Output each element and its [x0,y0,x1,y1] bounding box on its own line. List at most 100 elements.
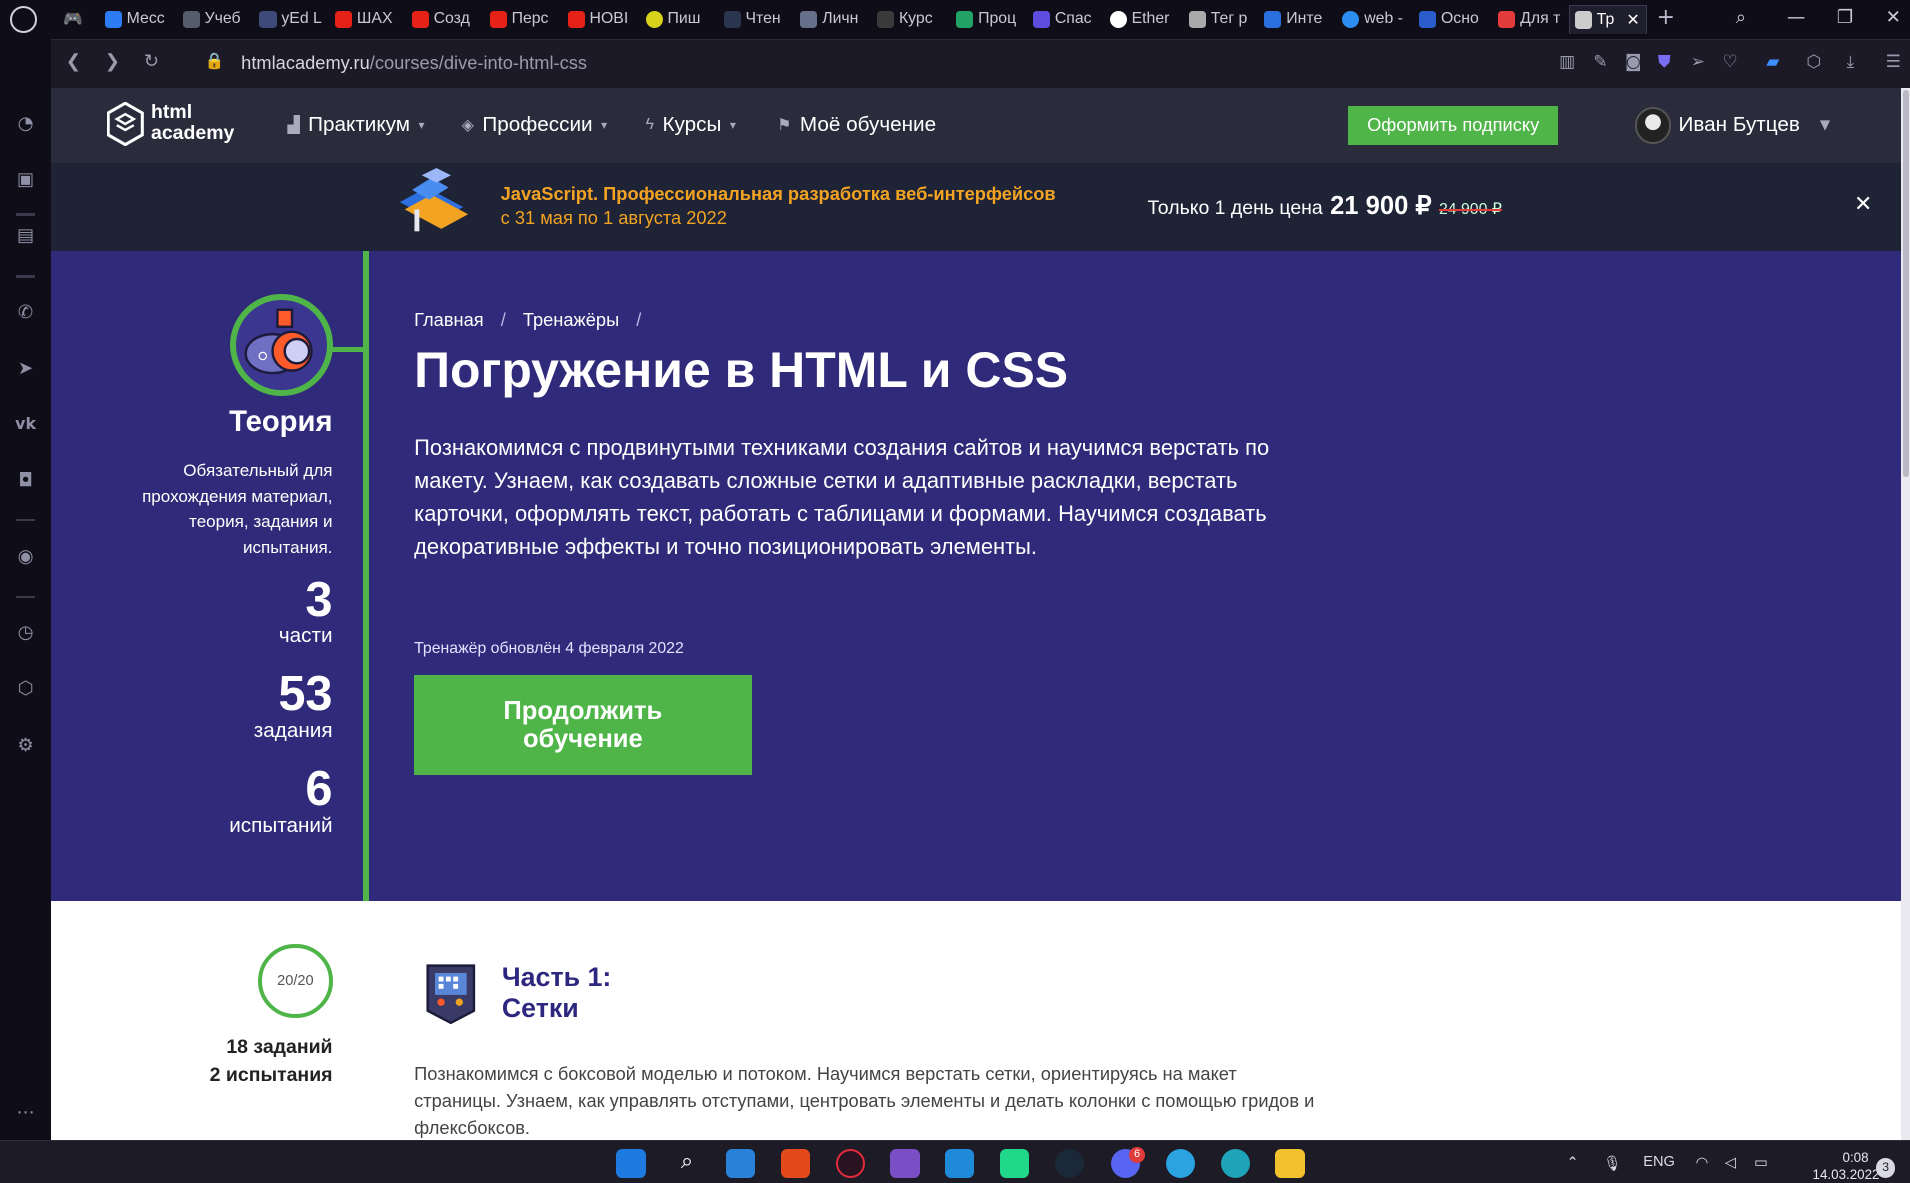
discord-icon[interactable]: ◘ [13,470,37,494]
clock[interactable]: 0:08 14.03.2022 [1813,1149,1880,1183]
browser-tab[interactable]: НОВІ [567,5,634,34]
theory-title: Теория [229,405,333,438]
twitch-icon[interactable]: ▤ [13,225,37,249]
more-dots-icon[interactable]: ⋯ [13,1102,37,1126]
download-icon[interactable]: ⤓ [1847,52,1855,72]
promo-close-icon[interactable]: ✕ [1854,192,1872,217]
browser-tab[interactable]: Месс [104,5,171,34]
browser-tab[interactable]: Инте [1264,5,1330,34]
minimize-icon[interactable]: — [1787,7,1805,28]
continue-learning-button[interactable]: Продолжить обучение [414,674,752,775]
browser-tab[interactable]: Проц [956,5,1022,34]
subscribe-button[interactable]: Оформить подписку [1348,105,1558,145]
battery-icon[interactable]: ▭ [1754,1154,1768,1171]
cube-icon[interactable]: ⬡ [13,678,37,702]
opera-taskbar-icon[interactable] [835,1148,865,1178]
settings-sliders-icon[interactable]: ☰ [1886,52,1901,72]
nav-professions[interactable]: ◈ Профессии ▾ [462,113,608,137]
shopping-cart-icon[interactable]: ▰ [1766,52,1779,72]
forward-icon[interactable]: ❯ [105,51,120,72]
logo-text[interactable]: html academy [151,102,234,143]
chevron-down-icon: ▾ [729,118,737,133]
restore-icon[interactable]: ❐ [1837,7,1853,28]
user-menu-chevron-icon[interactable]: ▼ [1820,118,1830,133]
url-field[interactable]: htmlacademy.ru/courses/dive-into-html-cs… [241,52,587,74]
html-academy-logo-icon[interactable] [107,102,144,147]
browser-tab[interactable]: Тег р [1188,5,1255,34]
reload-icon[interactable]: ↻ [144,51,159,72]
speed-dial-icon[interactable]: ◔ [13,113,37,137]
page-scrollbar[interactable] [1901,87,1910,1141]
vscode-icon[interactable] [945,1148,975,1178]
vpn-shield-icon[interactable]: ⛊ [1658,52,1671,72]
steam-icon[interactable] [1054,1148,1085,1178]
search-icon[interactable]: ⌕ [672,1149,701,1178]
reader-icon[interactable]: ▥ [1559,52,1575,72]
browser-tab[interactable]: Созд [411,5,478,34]
browser-tab[interactable]: Осно [1419,5,1485,34]
volume-icon[interactable]: ◁ [1725,1154,1736,1171]
tray-chevron-icon[interactable]: ⌃ [1566,1154,1578,1171]
tab-close-icon[interactable]: ✕ [1626,10,1639,30]
promo-offer[interactable]: Только 1 день цена 21 900 ₽24 900 ₽ [1147,191,1501,221]
search-tabs-icon[interactable]: ⌕ [1736,7,1746,28]
browser-tab[interactable]: Перс [489,5,556,34]
tasks-count: 53 [278,666,333,721]
browser-tab[interactable]: web - [1342,5,1408,34]
browser-tab[interactable]: Ether [1109,5,1176,34]
edge-icon[interactable] [1220,1148,1250,1178]
browser-tab[interactable]: Учеб [182,5,246,34]
settings-gear-icon[interactable]: ⚙ [13,735,37,759]
pycharm-icon[interactable] [1000,1148,1030,1178]
part-title[interactable]: Часть 1: Сетки [502,962,611,1023]
gamepad-tab-icon[interactable]: 🎮 [63,5,83,34]
back-icon[interactable]: ❮ [66,51,81,72]
camera-icon[interactable]: ◙ [1625,52,1642,72]
player-icon[interactable]: ◉ [13,546,37,570]
telegram-taskbar-icon[interactable] [1165,1148,1195,1178]
notifications-badge[interactable]: 3 [1875,1158,1896,1178]
window-close-icon[interactable]: ✕ [1886,7,1901,28]
breadcrumb-home[interactable]: Главная [414,309,484,331]
browser-tab[interactable]: ШАХ [334,5,401,34]
browser-tab[interactable]: Личн [800,5,866,34]
telegram-icon[interactable]: ➤ [13,358,37,382]
browser-tab-active[interactable]: Тр ✕ [1568,4,1647,35]
nav-praktikum[interactable]: ▟ Практикум ▾ [287,113,424,137]
tab-favicon-icon [956,10,974,28]
new-tab-plus-icon[interactable]: + [1657,5,1675,30]
breadcrumb-separator: / [636,309,642,331]
browser-tab[interactable]: yEd L [259,5,322,34]
history-icon[interactable]: ◷ [13,622,37,646]
start-windows-icon[interactable] [616,1148,646,1178]
edit-icon[interactable]: ✎ [1593,52,1607,72]
browser-tab[interactable]: Пиш [645,5,712,34]
heart-icon[interactable]: ♡ [1722,52,1737,72]
tab-favicon-icon [1109,10,1127,28]
extensions-cube-icon[interactable]: ⬡ [1806,52,1821,72]
user-name[interactable]: Иван Бутцев [1679,113,1800,137]
promo-title[interactable]: JavaScript. Профессиональная разработка … [501,183,1056,205]
office-icon[interactable] [780,1148,811,1178]
avatar[interactable] [1634,107,1672,144]
microphone-icon[interactable]: 🎙 [1603,1154,1622,1172]
nav-courses[interactable]: ϟ Курсы ▾ [646,113,736,137]
breadcrumb-trainers[interactable]: Тренажёры [523,309,619,331]
wifi-icon[interactable]: ◠ [1696,1154,1709,1171]
browser-tab[interactable]: Для т [1498,5,1561,34]
browser-tab[interactable]: Курс [877,5,943,34]
mail-icon[interactable] [725,1148,756,1178]
file-explorer-icon[interactable] [1275,1148,1305,1178]
whatsapp-icon[interactable]: ✆ [13,302,37,326]
send-icon[interactable]: ➢ [1691,52,1705,72]
grid-console-icon[interactable] [424,962,478,1025]
bag-icon[interactable]: ▣ [13,169,37,193]
opera-menu-icon[interactable] [9,6,37,33]
nav-my-learning[interactable]: ⚑ Моё обучение [777,113,936,137]
browser-tab[interactable]: Чтен [723,5,790,34]
language-indicator[interactable]: ENG [1643,1154,1675,1170]
visual-studio-icon[interactable] [890,1148,920,1178]
vk-icon[interactable]: vk [13,414,37,438]
scrollbar-thumb[interactable] [1902,90,1909,478]
browser-tab[interactable]: Спас [1032,5,1099,34]
